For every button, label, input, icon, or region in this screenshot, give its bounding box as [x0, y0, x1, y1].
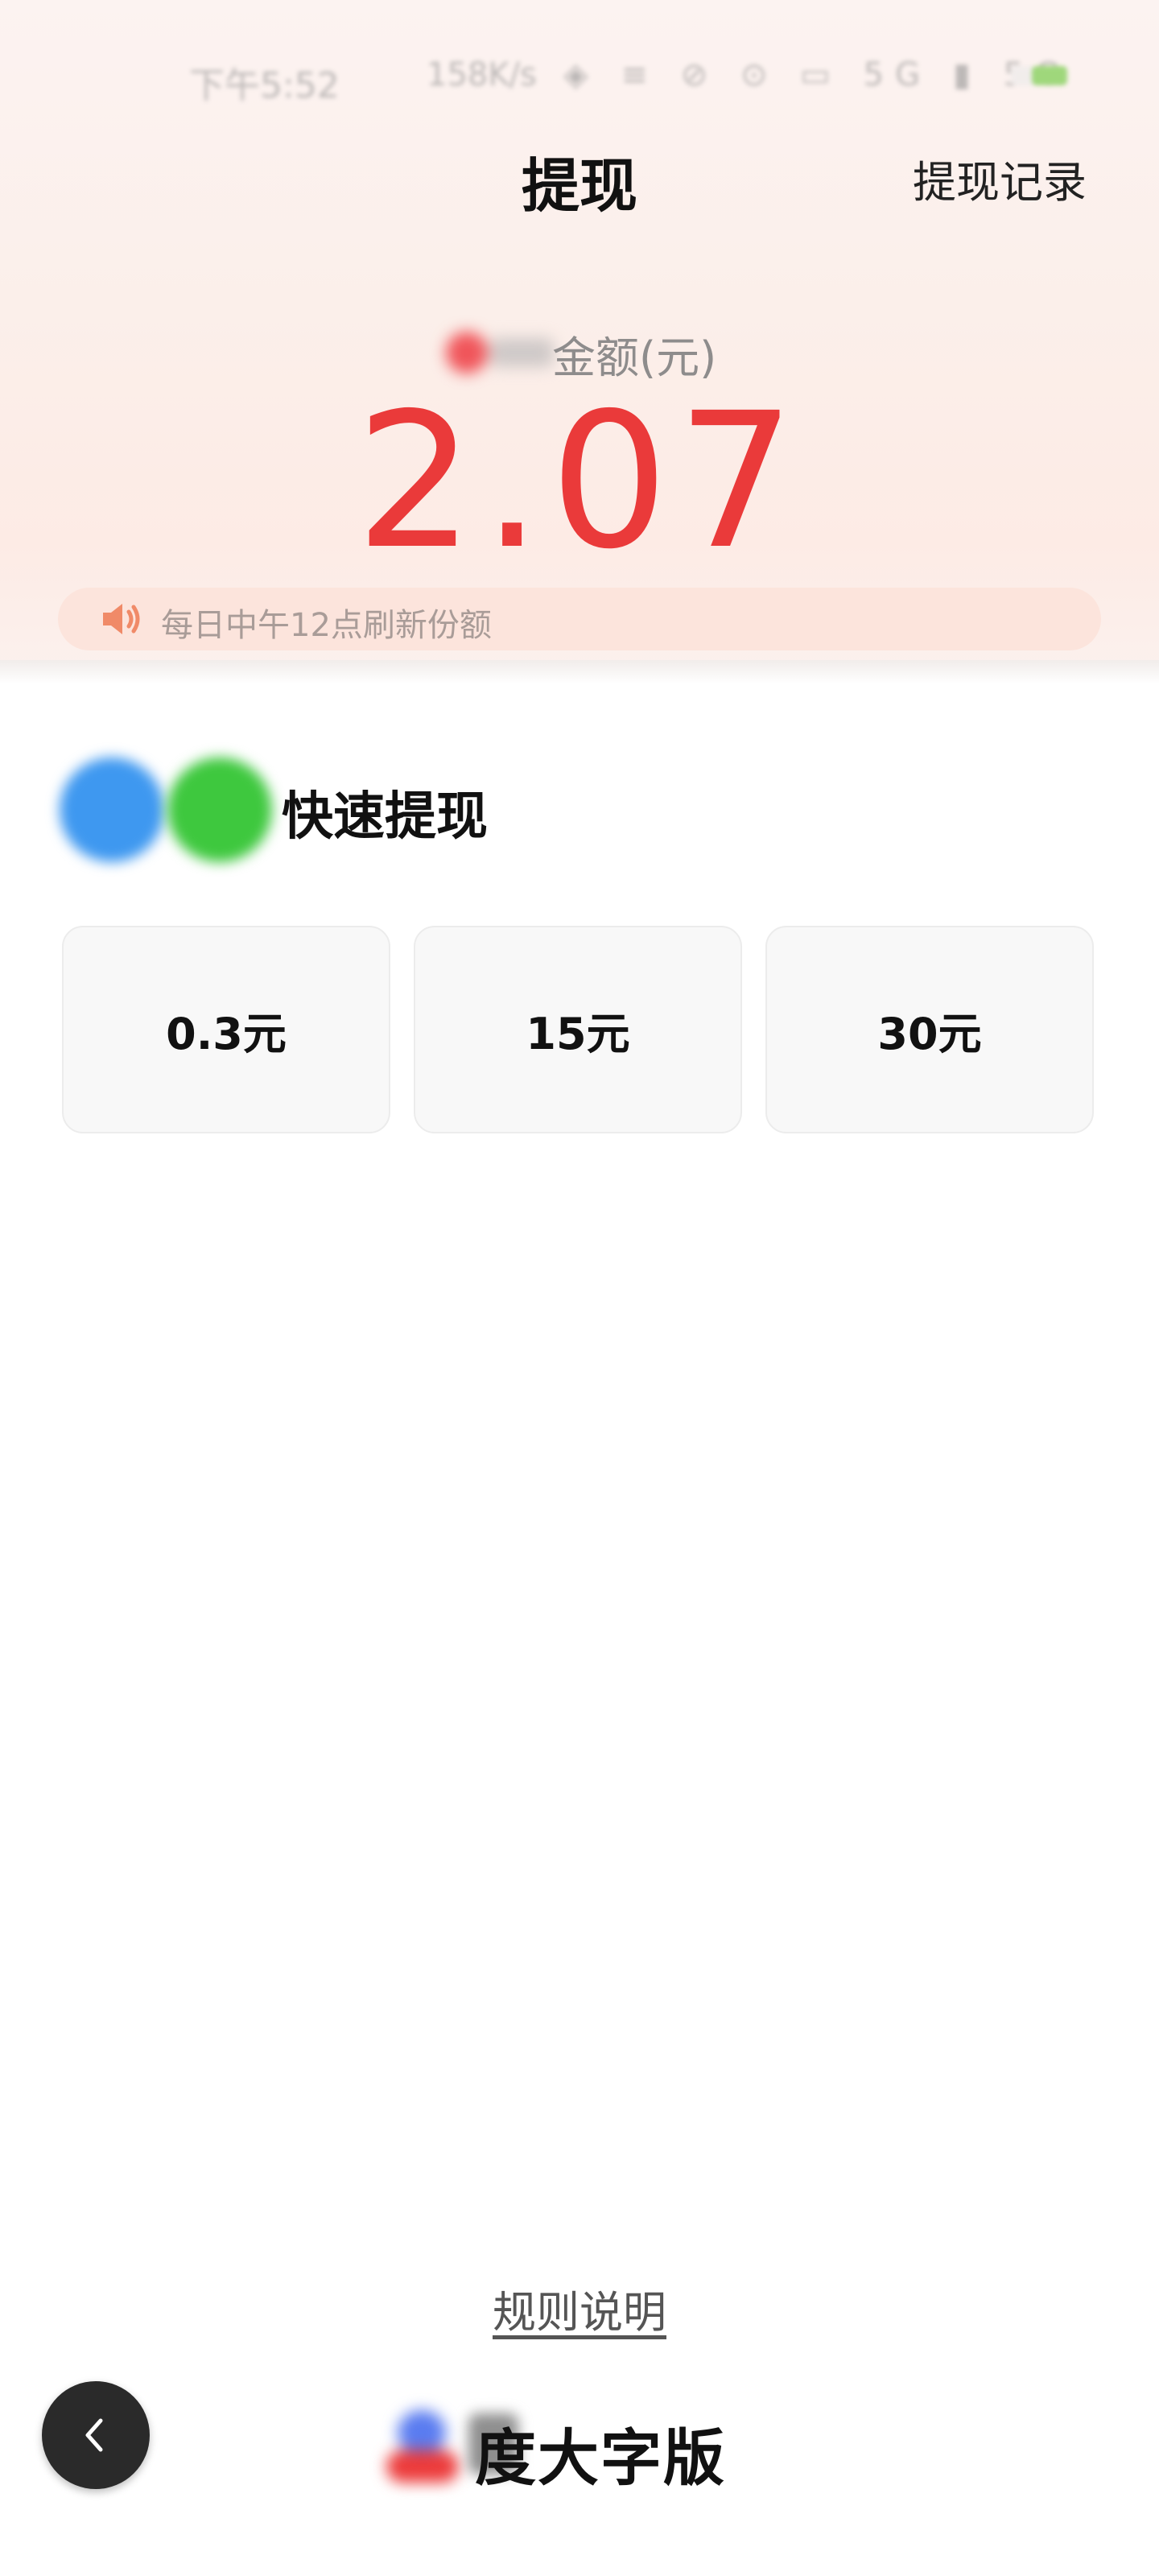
header-divider	[0, 660, 1159, 684]
amount-option-30[interactable]: 30元	[765, 926, 1094, 1133]
brand-logo	[386, 2410, 467, 2491]
blurred-balance-icon	[441, 327, 554, 375]
withdraw-record-link[interactable]: 提现记录	[913, 147, 1087, 210]
battery-icon	[1011, 66, 1067, 85]
amount-options: 0.3元 15元 30元	[62, 926, 1097, 1135]
back-button[interactable]	[42, 2381, 150, 2489]
status-icons: ◈ ≡ ⊘ ⊙ ▭ 5G ▮ 5G	[563, 56, 1072, 93]
quick-withdraw-header: 快速提现	[56, 753, 700, 865]
amount-option-0-3[interactable]: 0.3元	[62, 926, 390, 1133]
speaker-icon	[100, 601, 145, 638]
brand-footer: 度大字版	[378, 2399, 829, 2504]
status-time: 下午5:52	[189, 65, 340, 106]
alipay-icon	[60, 758, 164, 862]
amount-option-15[interactable]: 15元	[414, 926, 742, 1133]
chevron-left-icon	[85, 2418, 103, 2452]
battery-level	[1032, 66, 1067, 85]
rules-link-row: 规则说明	[0, 2277, 1159, 2340]
notice-text: 每日中午12点刷新份额	[161, 607, 492, 644]
withdraw-page: 下午5:52 158K/s ◈ ≡ ⊘ ⊙ ▭ 5G ▮ 5G 提现 提现记录 …	[0, 0, 1159, 2576]
brand-name: 度大字版	[475, 2422, 726, 2494]
status-bar: 下午5:52 158K/s ◈ ≡ ⊘ ⊙ ▭ 5G ▮ 5G	[0, 48, 1159, 106]
quick-withdraw-label: 快速提现	[282, 787, 488, 847]
wechat-icon	[167, 758, 272, 862]
balance-amount: 2.07	[355, 373, 804, 590]
rules-link[interactable]: 规则说明	[493, 2287, 666, 2338]
balance-label-row: 金额(元)	[0, 322, 1159, 383]
notice-bar: 每日中午12点刷新份额	[58, 588, 1101, 650]
status-network-speed: 158K/s	[427, 56, 537, 93]
